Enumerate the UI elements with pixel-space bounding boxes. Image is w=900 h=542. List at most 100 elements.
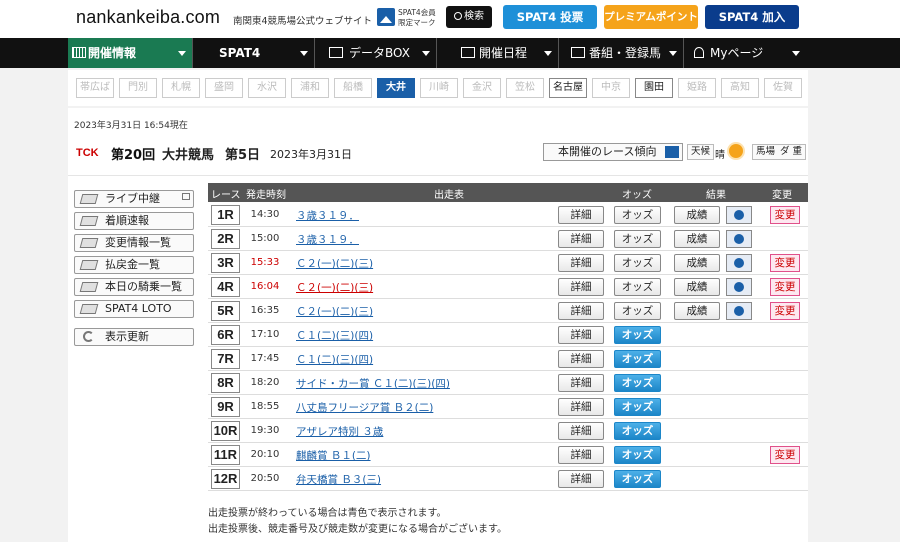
video-icon[interactable] [726,278,752,296]
spat4-vote-button[interactable]: SPAT4 投票 [503,5,597,29]
track-tab[interactable]: 帯広ば [76,78,114,98]
video-icon[interactable] [726,254,752,272]
track-tab[interactable]: 盛岡 [205,78,243,98]
race-name-link[interactable]: Ｃ２(一)(二)(三) [296,280,373,295]
weather-label: 天候 [687,144,715,160]
race-trend-button[interactable]: 本開催のレース傾向 [543,143,683,161]
site-logo[interactable]: nankankeiba.com [76,7,220,28]
payout-button[interactable]: 払戻金一覧 [74,256,194,274]
track-tab[interactable]: 金沢 [463,78,501,98]
odds-button[interactable]: オッズ [614,206,661,224]
change-button[interactable]: 変更 [770,302,800,320]
race-name-link[interactable]: 八丈島フリージア賞 Ｂ２(二) [296,400,433,415]
track-tab[interactable]: 中京 [592,78,630,98]
track-tab[interactable]: 園田 [635,78,673,98]
change-button[interactable]: 変更 [770,206,800,224]
change-button[interactable]: 変更 [770,278,800,296]
detail-button[interactable]: 詳細 [558,350,604,368]
detail-button[interactable]: 詳細 [558,422,604,440]
result-button[interactable]: 成績 [674,230,720,248]
detail-button[interactable]: 詳細 [558,302,604,320]
race-name-link[interactable]: 弁天橋賞 Ｂ３(三) [296,472,381,487]
race-name-link[interactable]: アザレア特別 ３歳 [296,424,383,439]
odds-button[interactable]: オッズ [614,302,661,320]
meeting-number: 第20回 [111,148,156,163]
nav-program[interactable]: 番組・登録馬 [559,38,684,68]
change-button[interactable]: 変更 [770,446,800,464]
detail-button[interactable]: 詳細 [558,446,604,464]
nav-databox[interactable]: データBOX [315,38,437,68]
nav-schedule[interactable]: 開催日程 [437,38,559,68]
detail-button[interactable]: 詳細 [558,278,604,296]
race-name-link[interactable]: ３歳３１９． [296,232,359,247]
track-tab[interactable]: 船橋 [334,78,372,98]
odds-button[interactable]: オッズ [614,422,661,440]
nav-spat4[interactable]: SPAT4 [193,38,315,68]
post-time: 17:45 [250,353,280,364]
odds-button[interactable]: オッズ [614,254,661,272]
detail-button[interactable]: 詳細 [558,254,604,272]
odds-button[interactable]: オッズ [614,278,661,296]
result-button[interactable]: 成績 [674,254,720,272]
track-tab[interactable]: 札幌 [162,78,200,98]
odds-button[interactable]: オッズ [614,446,661,464]
detail-button[interactable]: 詳細 [558,374,604,392]
track-tab[interactable]: 高知 [721,78,759,98]
nav-mypage[interactable]: Myページ [684,38,806,68]
track-tab[interactable]: 笠松 [506,78,544,98]
detail-button[interactable]: 詳細 [558,326,604,344]
detail-button[interactable]: 詳細 [558,398,604,416]
live-button[interactable]: ライブ中継 [74,190,194,208]
race-name-link[interactable]: Ｃ２(一)(二)(三) [296,304,373,319]
track-tab[interactable]: 水沢 [248,78,286,98]
race-name-link[interactable]: Ｃ１(二)(三)(四) [296,328,373,343]
header-odds: オッズ [622,190,652,201]
detail-button[interactable]: 詳細 [558,230,604,248]
result-button[interactable]: 成績 [674,302,720,320]
odds-button[interactable]: オッズ [614,374,661,392]
track-tab[interactable]: 浦和 [291,78,329,98]
post-time: 15:00 [250,233,280,244]
changes-button[interactable]: 変更情報一覧 [74,234,194,252]
odds-button[interactable]: オッズ [614,230,661,248]
table-row: 6R 17:10 Ｃ１(二)(三)(四) 詳細 オッズ [208,323,808,347]
odds-button[interactable]: オッズ [614,350,661,368]
result-button[interactable]: 成績 [674,206,720,224]
chevron-down-icon [544,51,552,56]
odds-button[interactable]: オッズ [614,398,661,416]
race-name-link[interactable]: サイド・カー賞 Ｃ１(二)(三)(四) [296,376,450,391]
result-button[interactable]: 成績 [674,278,720,296]
change-button[interactable]: 変更 [770,254,800,272]
live-label: ライブ中継 [105,192,160,205]
race-name-link[interactable]: 麒麟賞 Ｂ１(二) [296,448,371,463]
track-tab[interactable]: 姫路 [678,78,716,98]
refresh-button[interactable]: 表示更新 [74,328,194,346]
riders-button[interactable]: 本日の騎乗一覧 [74,278,194,296]
track-tab[interactable]: 名古屋 [549,78,587,98]
spat4-join-button[interactable]: SPAT4 加入 [705,5,799,29]
detail-button[interactable]: 詳細 [558,206,604,224]
video-icon[interactable] [726,230,752,248]
race-name-link[interactable]: ３歳３１９． [296,208,359,223]
search-button[interactable]: 検索 [446,6,492,28]
video-icon[interactable] [726,302,752,320]
odds-button[interactable]: オッズ [614,326,661,344]
arrival-button[interactable]: 着順速報 [74,212,194,230]
loto-button[interactable]: SPAT4 LOTO [74,300,194,318]
chevron-down-icon [300,51,308,56]
odds-button[interactable]: オッズ [614,470,661,488]
calendar-icon [461,47,475,58]
search-label: 検索 [464,11,484,22]
track-tab[interactable]: 門別 [119,78,157,98]
race-name-link[interactable]: Ｃ２(一)(二)(三) [296,256,373,271]
race-name-link[interactable]: Ｃ１(二)(三)(四) [296,352,373,367]
detail-button[interactable]: 詳細 [558,470,604,488]
track-tab[interactable]: 大井 [377,78,415,98]
race-number: 2R [211,229,240,249]
nav-label: 開催情報 [88,46,137,60]
track-tab[interactable]: 川崎 [420,78,458,98]
nav-kaisai-info[interactable]: 開催情報 [68,38,193,68]
video-icon[interactable] [726,206,752,224]
track-tab[interactable]: 佐賀 [764,78,802,98]
premium-point-button[interactable]: プレミアムポイント [604,5,698,29]
